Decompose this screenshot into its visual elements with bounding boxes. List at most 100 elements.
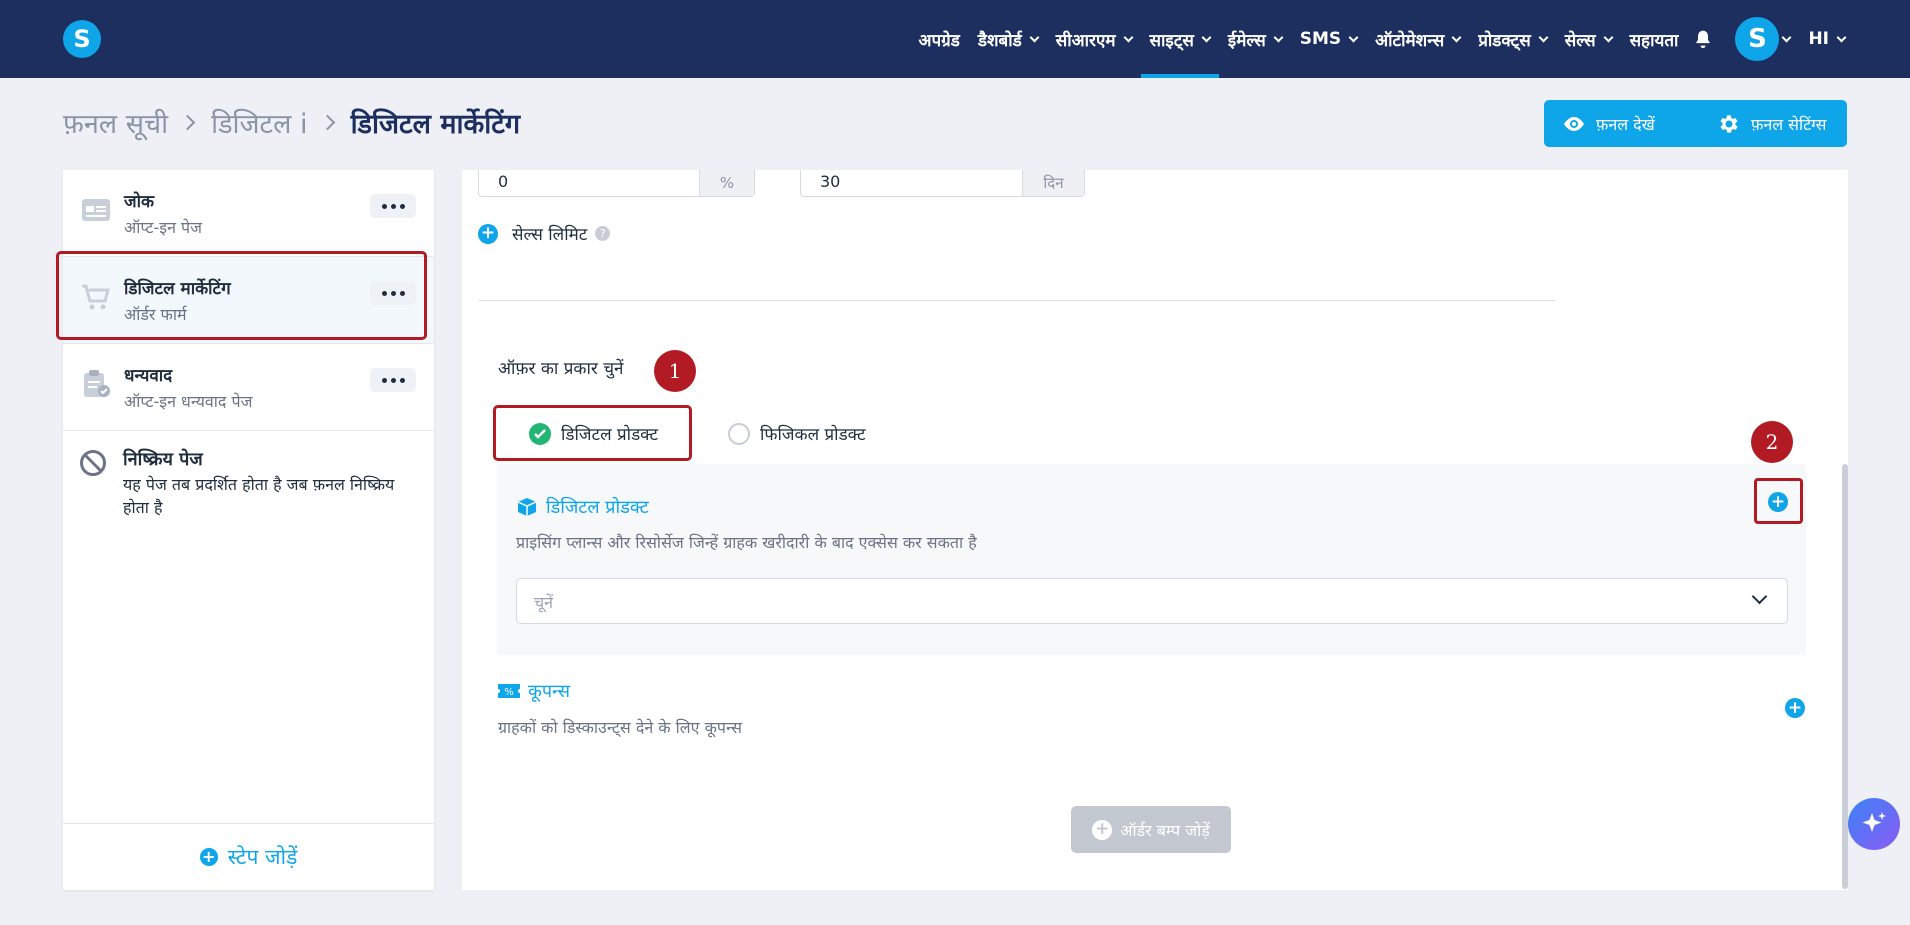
discount-percent-input[interactable]: 0 % bbox=[478, 170, 755, 197]
nav-products[interactable]: प्रोडक्ट्स bbox=[1469, 0, 1556, 78]
avatar-menu-toggle[interactable] bbox=[1779, 0, 1799, 78]
sparkle-icon bbox=[1862, 812, 1886, 832]
days-input[interactable]: 30 दिन bbox=[800, 170, 1085, 197]
chevron-right-icon bbox=[319, 114, 335, 131]
view-funnel-button[interactable]: फ़नल देखें bbox=[1544, 100, 1710, 147]
nav-sms[interactable]: SMS bbox=[1291, 0, 1366, 78]
inactive-page-description: यह पेज तब प्रदर्शित होता है जब फ़नल निष्… bbox=[123, 475, 395, 517]
chevron-down-icon bbox=[1836, 32, 1847, 42]
plus-circle-icon: + bbox=[478, 223, 498, 244]
step-marker-2: 2 bbox=[1751, 421, 1793, 463]
chevron-down-icon bbox=[1538, 32, 1549, 42]
nav-label: सीआरएम bbox=[1055, 30, 1116, 51]
optin-page-icon bbox=[82, 199, 110, 221]
nav-label: सेल्स bbox=[1564, 30, 1596, 51]
chevron-down-icon bbox=[1201, 32, 1212, 42]
coupon-icon: % bbox=[498, 684, 520, 698]
nav-sites[interactable]: साइट्स bbox=[1140, 0, 1220, 78]
nav-dashboard[interactable]: डैशबोर्ड bbox=[969, 0, 1047, 78]
digital-product-select[interactable]: चूनें bbox=[516, 578, 1788, 624]
section-title-text: डिजिटल प्रोडक्ट bbox=[546, 497, 649, 518]
nav-emails[interactable]: ईमेल्स bbox=[1219, 0, 1291, 78]
nav-label: ऑटोमेशन्स bbox=[1375, 30, 1445, 51]
breadcrumb: फ़नल सूची डिजिटल i डिजिटल मार्केटिंग bbox=[63, 104, 520, 141]
chevron-down-icon bbox=[1273, 32, 1284, 42]
input-value: 0 bbox=[498, 172, 509, 191]
more-options-button[interactable] bbox=[370, 368, 416, 392]
step-settings-panel: 0 % 30 दिन + सेल्स लिमिट ? ऑफ़र का प्रका… bbox=[462, 170, 1848, 890]
highlight-box bbox=[56, 251, 427, 340]
inactive-page-title: निष्क्रिय पेज bbox=[123, 449, 203, 470]
button-label: ऑर्डर बम्प जोड़ें bbox=[1120, 820, 1210, 840]
input-value: 30 bbox=[820, 172, 841, 191]
nav-label: प्रोडक्ट्स bbox=[1478, 30, 1531, 51]
step-title: जोक bbox=[124, 192, 155, 212]
radio-label: फिजिकल प्रोडक्ट bbox=[760, 425, 866, 445]
percent-addon: % bbox=[699, 170, 754, 196]
chevron-down-icon bbox=[1123, 32, 1133, 42]
prohibited-icon bbox=[80, 450, 106, 476]
app-logo[interactable]: S bbox=[63, 20, 101, 58]
funnel-step[interactable]: जोक ऑप्ट-इन पेज bbox=[63, 170, 434, 257]
nav-label: सहायता bbox=[1629, 30, 1679, 51]
breadcrumb-funnel-list[interactable]: फ़नल सूची bbox=[63, 104, 168, 141]
sales-limit-label: सेल्स लिमिट bbox=[512, 225, 588, 245]
clipboard-check-icon bbox=[84, 370, 110, 397]
nav-label: SMS bbox=[1299, 29, 1342, 49]
add-coupon-button[interactable]: + bbox=[1785, 698, 1805, 718]
step-subtitle: ऑप्ट-इन धन्यवाद पेज bbox=[124, 392, 253, 411]
svg-text:%: % bbox=[504, 687, 514, 698]
box-icon bbox=[517, 498, 537, 516]
gear-icon bbox=[1720, 114, 1738, 133]
coupons-description: ग्राहकों को डिस्काउन्ट्स देने के लिए कूप… bbox=[498, 718, 742, 737]
highlight-box bbox=[1754, 478, 1803, 524]
inactive-page-step[interactable]: निष्क्रिय पेज यह पेज तब प्रदर्शित होता ह… bbox=[63, 431, 434, 541]
bell-icon[interactable] bbox=[1693, 29, 1713, 49]
radio-circle bbox=[728, 422, 750, 445]
chevron-down-icon bbox=[1603, 32, 1614, 42]
nav-label: अपग्रेड bbox=[918, 30, 960, 51]
plus-circle-icon: + bbox=[199, 848, 218, 866]
section-title-text: कूपन्स bbox=[528, 681, 571, 702]
add-step-button[interactable]: + स्टेप जोड़ें bbox=[63, 823, 434, 890]
page-title: डिजिटल मार्केटिंग bbox=[350, 109, 521, 140]
digital-product-title: डिजिटल प्रोडक्ट bbox=[516, 495, 649, 519]
divider bbox=[478, 300, 1556, 301]
funnel-step[interactable]: धन्यवाद ऑप्ट-इन धन्यवाद पेज bbox=[63, 344, 434, 431]
chevron-down-icon bbox=[1781, 32, 1792, 42]
nav-crm[interactable]: सीआरएम bbox=[1047, 0, 1141, 78]
chevron-right-icon bbox=[179, 114, 196, 131]
language-selector[interactable]: HI bbox=[1799, 0, 1854, 78]
highlight-box bbox=[493, 405, 692, 461]
days-addon: दिन bbox=[1022, 170, 1084, 196]
nav-menu: अपग्रेड डैशबोर्ड सीआरएम साइट्स ईमेल्स SM… bbox=[910, 0, 1854, 78]
nav-label: ईमेल्स bbox=[1227, 30, 1266, 51]
sales-limit-toggle[interactable]: + सेल्स लिमिट ? bbox=[478, 222, 611, 245]
chevron-down-icon bbox=[1348, 32, 1359, 42]
nav-upgrade[interactable]: अपग्रेड bbox=[910, 0, 969, 78]
select-placeholder: चूनें bbox=[534, 593, 554, 612]
digital-product-section: डिजिटल प्रोडक्ट प्राइसिंग प्लान्स और रिस… bbox=[497, 464, 1806, 655]
step-subtitle: ऑप्ट-इन पेज bbox=[124, 218, 202, 237]
funnel-settings-button[interactable]: फ़नल सेटिंग्स bbox=[1699, 100, 1847, 147]
help-icon[interactable]: ? bbox=[595, 226, 611, 241]
coupons-title: % कूपन्स bbox=[498, 679, 570, 703]
nav-label: डैशबोर्ड bbox=[977, 30, 1022, 51]
nav-help[interactable]: सहायता bbox=[1621, 0, 1688, 78]
chevron-down-icon bbox=[1029, 32, 1040, 42]
language-label: HI bbox=[1808, 29, 1829, 49]
nav-label: साइट्स bbox=[1149, 30, 1194, 51]
user-avatar[interactable]: S bbox=[1735, 17, 1780, 61]
add-step-label: स्टेप जोड़ें bbox=[227, 845, 298, 869]
nav-sales[interactable]: सेल्स bbox=[1556, 0, 1621, 78]
ai-assistant-button[interactable] bbox=[1848, 798, 1900, 850]
breadcrumb-funnel[interactable]: डिजिटल i bbox=[211, 104, 307, 141]
step-title: धन्यवाद bbox=[124, 366, 173, 386]
chevron-down-icon bbox=[1451, 32, 1462, 42]
button-label: फ़नल देखें bbox=[1596, 114, 1655, 134]
add-order-bump-button[interactable]: + ऑर्डर बम्प जोड़ें bbox=[1071, 806, 1231, 853]
nav-automations[interactable]: ऑटोमेशन्स bbox=[1366, 0, 1469, 78]
radio-physical-product[interactable]: फिजिकल प्रोडक्ट bbox=[728, 422, 866, 445]
more-options-button[interactable] bbox=[370, 194, 416, 218]
plus-circle-icon: + bbox=[1092, 819, 1113, 840]
